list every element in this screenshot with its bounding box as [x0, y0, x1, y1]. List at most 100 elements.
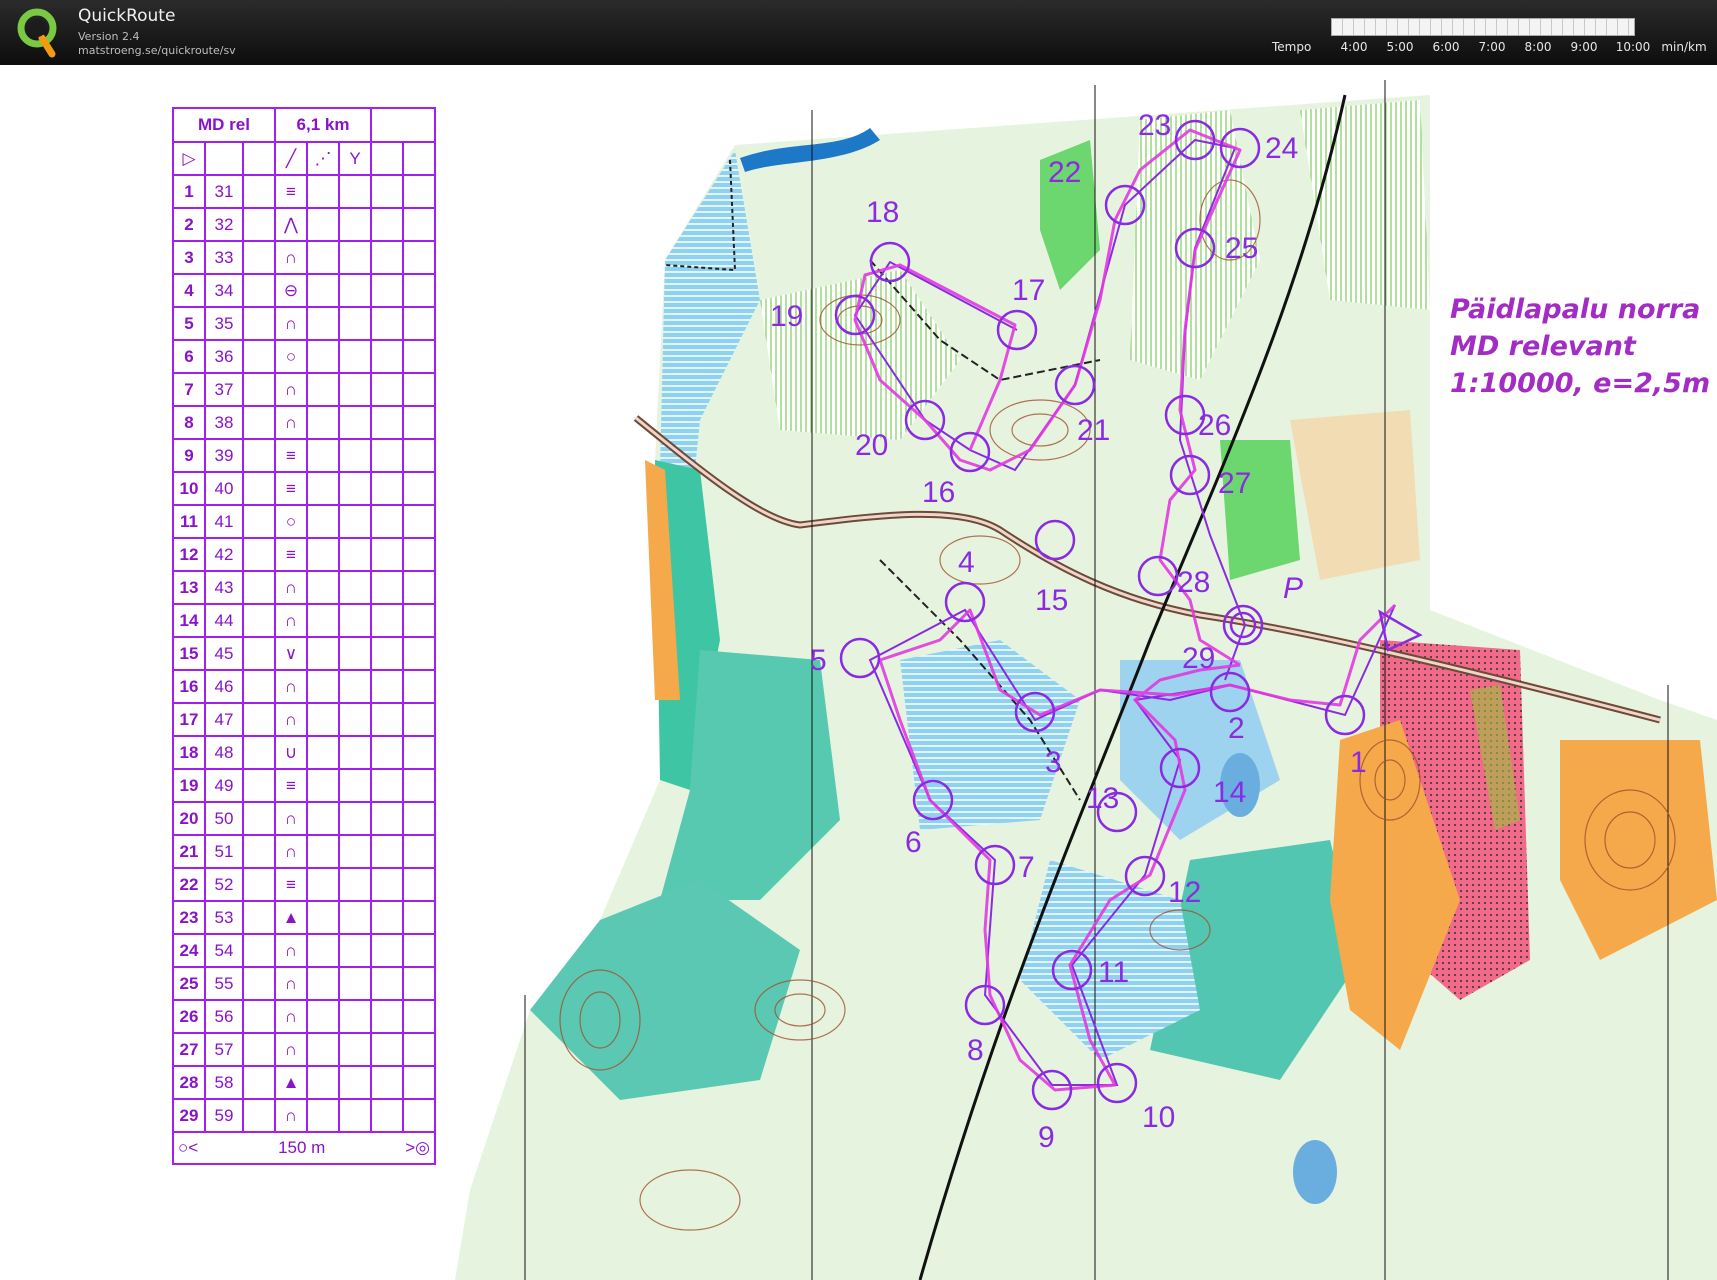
other-cell: [402, 570, 436, 605]
control-number-cell: 25: [172, 966, 206, 1001]
other-cell: [402, 999, 436, 1034]
direction-cell: [242, 240, 276, 275]
direction-cell: [242, 273, 276, 308]
feature-symbol-cell: ∩: [274, 240, 308, 275]
control-number-cell: 22: [172, 867, 206, 902]
appearance-cell: [306, 669, 340, 704]
dimension-cell: [338, 504, 372, 539]
control-code-cell: 40: [204, 471, 244, 506]
direction-cell: [242, 504, 276, 539]
control-number: 19: [770, 300, 803, 333]
control-code-cell: 55: [204, 966, 244, 1001]
control-number: 16: [922, 476, 955, 509]
control-number-cell: 4: [172, 273, 206, 308]
legend-row: 15 45 ∨: [172, 636, 436, 671]
direction-cell: [242, 735, 276, 770]
direction-cell: [242, 174, 276, 209]
other-cell: [402, 504, 436, 539]
finish-left-icon: ○<: [178, 1138, 199, 1157]
location-cell: [370, 834, 404, 869]
control-number: 12: [1168, 876, 1201, 909]
control-code-cell: 37: [204, 372, 244, 407]
quickroute-logo-icon: [17, 8, 57, 58]
direction-cell: [242, 1032, 276, 1067]
tempo-tick: 10:00: [1615, 40, 1651, 54]
control-number: 22: [1048, 156, 1081, 189]
control-code-cell: 54: [204, 933, 244, 968]
legend-row: 13 43 ∩: [172, 570, 436, 605]
location-cell: [370, 768, 404, 803]
legend-row: 21 51 ∩: [172, 834, 436, 869]
direction-cell: [242, 438, 276, 473]
control-number: 15: [1035, 584, 1068, 617]
legend-row: 25 55 ∩: [172, 966, 436, 1001]
feature-symbol-cell: ⊖: [274, 273, 308, 308]
location-cell: [370, 570, 404, 605]
appearance-cell: [306, 471, 340, 506]
other-cell: [402, 900, 436, 935]
control-number-cell: 8: [172, 405, 206, 440]
finish-right-icon: >◎: [405, 1138, 430, 1157]
dimension-cell: [338, 438, 372, 473]
control-code-cell: 41: [204, 504, 244, 539]
legend-row: 23 53 ▲: [172, 900, 436, 935]
feature-symbol-cell: ≡: [274, 438, 308, 473]
feature-symbol-cell: ∨: [274, 636, 308, 671]
appearance-cell: [306, 768, 340, 803]
tempo-unit: min/km: [1661, 40, 1707, 54]
control-number-cell: 7: [172, 372, 206, 407]
control-code-cell: 47: [204, 702, 244, 737]
feature-symbol-cell: ∩: [274, 834, 308, 869]
control-code-cell: 32: [204, 207, 244, 242]
feature-symbol-cell: ∩: [274, 372, 308, 407]
direction-cell: [242, 372, 276, 407]
dimension-cell: [338, 900, 372, 935]
appearance-cell: [306, 636, 340, 671]
feature-symbol-cell: ∩: [274, 669, 308, 704]
feature-symbol-cell: ≡: [274, 537, 308, 572]
control-number-cell: 19: [172, 768, 206, 803]
location-cell: [370, 1098, 404, 1133]
location-cell: [370, 636, 404, 671]
control-number: 18: [866, 196, 899, 229]
control-code-cell: 38: [204, 405, 244, 440]
control-code-cell: 58: [204, 1065, 244, 1100]
legend-row: 2 32 ⋀: [172, 207, 436, 242]
feature-symbol-cell: ≡: [274, 471, 308, 506]
control-number: 8: [967, 1034, 984, 1067]
other-cell: [402, 603, 436, 638]
legend-row: 22 52 ≡: [172, 867, 436, 902]
legend-row: 27 57 ∩: [172, 1032, 436, 1067]
control-number: 25: [1225, 232, 1258, 265]
appearance-cell: [306, 372, 340, 407]
dimension-cell: [338, 702, 372, 737]
location-cell: [370, 438, 404, 473]
control-number: 13: [1086, 782, 1119, 815]
tempo-label: Tempo: [1272, 40, 1312, 54]
legend-row: 1 31 ≡: [172, 174, 436, 209]
direction-cell: [242, 339, 276, 374]
start-marker-label: P: [1283, 572, 1303, 605]
location-cell: [370, 207, 404, 242]
feature-symbol-cell: ∩: [274, 801, 308, 836]
control-number: 20: [855, 429, 888, 462]
direction-cell: [242, 867, 276, 902]
appearance-cell: [306, 999, 340, 1034]
course-name: MD rel: [172, 107, 276, 143]
feature-symbol-cell: ○: [274, 339, 308, 374]
tempo-tick: 8:00: [1524, 40, 1552, 54]
control-code-cell: 53: [204, 900, 244, 935]
app-url[interactable]: matstroeng.se/quickroute/sv: [78, 44, 236, 57]
direction-cell: [242, 933, 276, 968]
legend-row: 29 59 ∩: [172, 1098, 436, 1133]
other-cell: [402, 240, 436, 275]
appearance-cell: [306, 801, 340, 836]
feature-symbol-cell: ∩: [274, 999, 308, 1034]
control-code-cell: 36: [204, 339, 244, 374]
appearance-cell: [306, 537, 340, 572]
other-cell: [402, 339, 436, 374]
control-number: 29: [1182, 642, 1215, 675]
direction-cell: [242, 966, 276, 1001]
map-title-line: 1:10000, e=2,5m: [1450, 368, 1711, 399]
tempo-scale-bar[interactable]: [1331, 18, 1635, 36]
